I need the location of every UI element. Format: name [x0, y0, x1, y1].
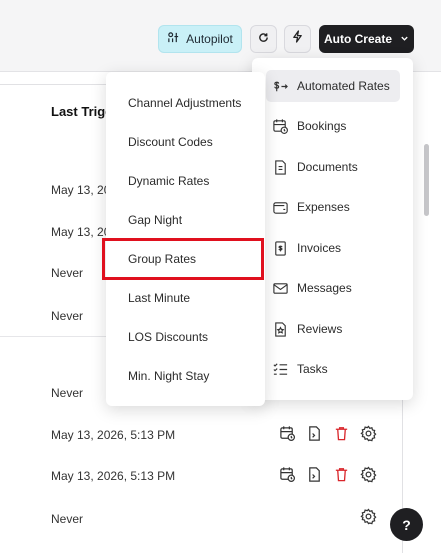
auto-create-label: Auto Create	[323, 32, 392, 46]
gear-icon[interactable]	[360, 425, 378, 443]
menu-item-tasks[interactable]: Tasks	[266, 353, 400, 385]
auto-create-menu: Automated Rates Bookings Documents Expen…	[252, 58, 413, 400]
row-actions	[279, 466, 378, 484]
document-icon	[272, 159, 289, 176]
calendar-clock-icon	[272, 118, 289, 135]
submenu-item-dynamic-rates[interactable]: Dynamic Rates	[128, 174, 209, 188]
menu-item-label: Invoices	[297, 241, 342, 255]
table-row-last-triggered: Never	[51, 266, 84, 280]
row-actions	[279, 425, 378, 443]
schedule-icon[interactable]	[279, 425, 297, 443]
autopilot-icon	[167, 31, 180, 47]
help-button[interactable]: ?	[390, 508, 423, 541]
menu-item-label: Reviews	[297, 322, 343, 336]
submenu-item-los-discounts[interactable]: LOS Discounts	[128, 330, 208, 344]
schedule-icon[interactable]	[279, 466, 297, 484]
submenu-item-min-night-stay[interactable]: Min. Night Stay	[128, 369, 209, 383]
table-row-last-triggered: May 13, 2026, 5:13 PM	[51, 469, 176, 483]
autopilot-label: Autopilot	[186, 32, 233, 46]
table-row-last-triggered: Never	[51, 309, 84, 323]
help-label: ?	[402, 516, 411, 533]
dollar-arrows-icon	[272, 78, 289, 95]
envelope-icon	[272, 280, 289, 297]
row-actions	[360, 508, 378, 526]
table-row-last-triggered: Never	[51, 386, 84, 400]
delete-icon[interactable]	[333, 425, 351, 443]
menu-item-bookings[interactable]: Bookings	[266, 110, 400, 142]
menu-item-invoices[interactable]: Invoices	[266, 232, 400, 264]
menu-item-label: Expenses	[297, 200, 350, 214]
gear-icon[interactable]	[360, 508, 378, 526]
menu-item-automated-rates[interactable]: Automated Rates	[266, 70, 400, 102]
submenu-item-discount-codes[interactable]: Discount Codes	[128, 135, 213, 149]
document-icon[interactable]	[306, 466, 324, 484]
bolt-icon	[292, 30, 303, 48]
highlight-box	[102, 238, 264, 280]
menu-item-label: Automated Rates	[297, 79, 390, 93]
star-page-icon	[272, 321, 289, 338]
menu-item-label: Messages	[297, 281, 352, 295]
gear-icon[interactable]	[360, 466, 378, 484]
menu-item-expenses[interactable]: Expenses	[266, 191, 400, 223]
submenu-item-last-minute[interactable]: Last Minute	[128, 291, 190, 305]
scrollbar-thumb[interactable]	[424, 144, 429, 216]
menu-item-label: Bookings	[297, 119, 347, 133]
document-icon[interactable]	[306, 425, 324, 443]
table-row-last-triggered: Never	[51, 512, 84, 526]
column-header-last-triggered: Last Trigg	[51, 104, 114, 119]
checklist-icon	[272, 361, 289, 378]
chevron-down-icon	[400, 32, 409, 46]
menu-item-reviews[interactable]: Reviews	[266, 313, 400, 345]
refresh-icon	[258, 30, 269, 48]
invoice-icon	[272, 240, 289, 257]
menu-item-label: Tasks	[297, 362, 328, 376]
bolt-button[interactable]	[284, 25, 311, 53]
menu-item-documents[interactable]: Documents	[266, 151, 400, 183]
menu-item-label: Documents	[297, 160, 358, 174]
table-row-last-triggered: May 13, 2026, 5:13 PM	[51, 428, 176, 442]
wallet-icon	[272, 199, 289, 216]
submenu-item-channel-adjustments[interactable]: Channel Adjustments	[128, 96, 241, 110]
autopilot-button[interactable]: Autopilot	[158, 25, 242, 53]
menu-item-messages[interactable]: Messages	[266, 272, 400, 304]
refresh-button[interactable]	[250, 25, 277, 53]
auto-create-button[interactable]: Auto Create	[319, 25, 414, 53]
delete-icon[interactable]	[333, 466, 351, 484]
submenu-item-gap-night[interactable]: Gap Night	[128, 213, 182, 227]
